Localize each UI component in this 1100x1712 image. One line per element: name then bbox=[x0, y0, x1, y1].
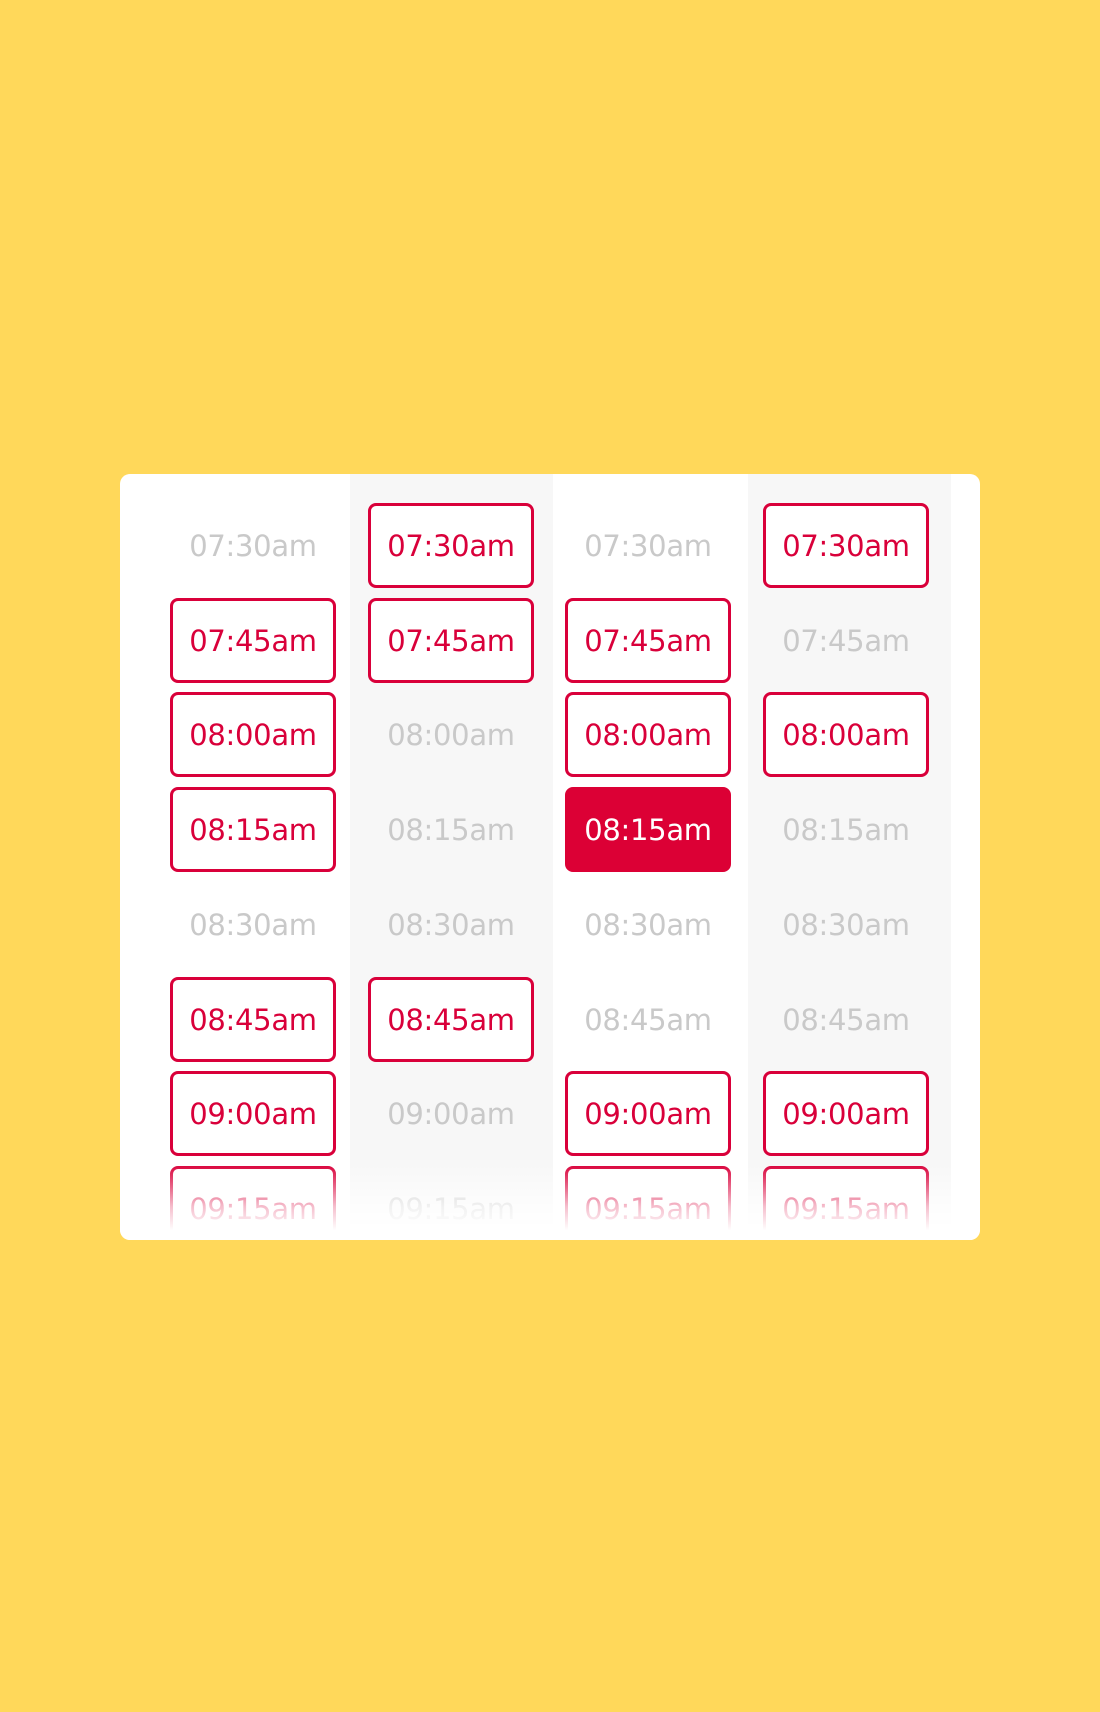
time-slot-unavailable: 08:15am bbox=[387, 812, 515, 847]
time-slot-picker: 07:30am 07:45am 08:00am 08:15am 08:30am 08:45… bbox=[120, 474, 980, 1240]
time-slot-available[interactable]: 09:15am bbox=[763, 1166, 929, 1240]
time-slot-unavailable: 08:00am bbox=[387, 717, 515, 752]
time-slot-unavailable: 08:30am bbox=[782, 907, 910, 942]
time-slot-available[interactable]: 07:45am bbox=[368, 598, 534, 683]
time-slot-unavailable: 08:45am bbox=[782, 1002, 910, 1037]
time-slot-available[interactable]: 08:45am bbox=[368, 977, 534, 1062]
time-slot-available[interactable]: 07:45am bbox=[170, 598, 336, 683]
time-slot-unavailable: 08:45am bbox=[584, 1002, 712, 1037]
time-slot-available[interactable]: 08:00am bbox=[170, 692, 336, 777]
time-slot-available[interactable]: 09:00am bbox=[565, 1071, 731, 1156]
time-slot-available[interactable]: 08:15am bbox=[170, 787, 336, 872]
time-slot-unavailable: 07:30am bbox=[189, 528, 317, 563]
time-slot-available[interactable]: 08:00am bbox=[565, 692, 731, 777]
time-slot-available[interactable]: 09:15am bbox=[170, 1166, 336, 1240]
time-slot-available[interactable]: 07:30am bbox=[763, 503, 929, 588]
time-slot-available[interactable]: 07:45am bbox=[565, 598, 731, 683]
time-slot-unavailable: 07:30am bbox=[584, 528, 712, 563]
time-slot-selected[interactable]: 08:15am bbox=[565, 787, 731, 872]
time-slot-available[interactable]: 08:45am bbox=[170, 977, 336, 1062]
time-slot-unavailable: 08:15am bbox=[782, 812, 910, 847]
time-slot-available[interactable]: 09:00am bbox=[763, 1071, 929, 1156]
time-slot-available[interactable]: 09:00am bbox=[170, 1071, 336, 1156]
time-slot-unavailable: 09:15am bbox=[387, 1191, 515, 1226]
time-slot-available[interactable]: 09:15am bbox=[565, 1166, 731, 1240]
time-slot-unavailable: 07:45am bbox=[782, 623, 910, 658]
time-slot-unavailable: 08:30am bbox=[584, 907, 712, 942]
time-slot-available[interactable]: 08:00am bbox=[763, 692, 929, 777]
time-slot-unavailable: 08:30am bbox=[189, 907, 317, 942]
time-slot-unavailable: 09:00am bbox=[387, 1096, 515, 1131]
time-slot-available[interactable]: 07:30am bbox=[368, 503, 534, 588]
time-slot-unavailable: 08:30am bbox=[387, 907, 515, 942]
